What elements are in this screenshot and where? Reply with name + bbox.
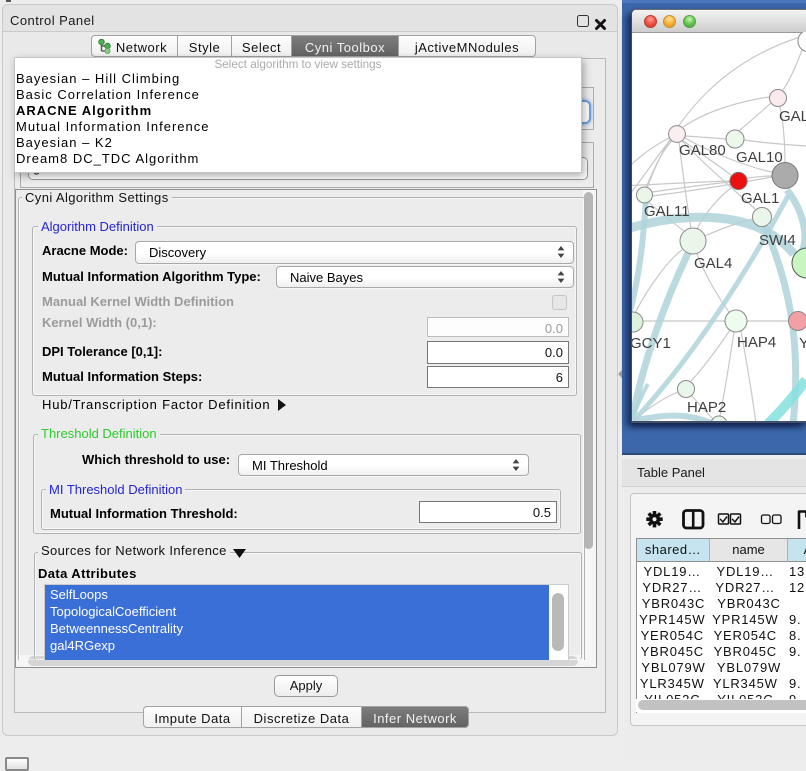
svg-text:GCY1: GCY1 — [632, 335, 671, 352]
svg-text:HAP4: HAP4 — [737, 334, 776, 351]
svg-text:SWI4: SWI4 — [759, 232, 796, 249]
svg-text:Y: Y — [799, 335, 806, 352]
svg-text:GAL4: GAL4 — [694, 255, 732, 272]
svg-text:GAL11: GAL11 — [644, 203, 690, 220]
svg-text:GAL10: GAL10 — [736, 149, 783, 166]
svg-text:GAL1: GAL1 — [741, 190, 779, 207]
svg-text:GAL80: GAL80 — [679, 142, 726, 159]
svg-text:GAL7: GAL7 — [779, 108, 806, 125]
svg-text:HAP2: HAP2 — [687, 399, 726, 416]
